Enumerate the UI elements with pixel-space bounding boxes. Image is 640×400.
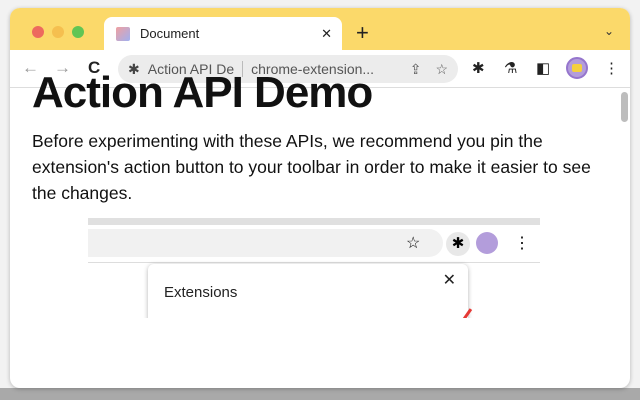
bookmark-star-icon[interactable]: ☆ <box>435 61 448 78</box>
image-avatar <box>476 232 498 254</box>
tab-document[interactable]: Document ✕ <box>104 17 342 50</box>
page-title: Action API Demo <box>32 68 373 117</box>
tab-list-chevron-icon[interactable]: ⌄ <box>604 24 614 38</box>
extensions-puzzle-icon[interactable]: ✱ <box>472 59 485 77</box>
image-menu-icon: ⋮ <box>514 235 530 252</box>
profile-avatar[interactable] <box>566 57 588 79</box>
pin-instructions-image: ☆ ✱ ⋮ Extensions ✕ <box>88 218 540 318</box>
side-panel-icon[interactable]: ◧ <box>536 59 550 77</box>
maximize-window-button[interactable] <box>72 26 84 38</box>
labs-flask-icon[interactable]: ⚗ <box>504 59 517 77</box>
tab-strip: Document ✕ + ⌄ <box>10 8 630 50</box>
image-extensions-popup: Extensions ✕ <box>148 264 468 318</box>
share-icon[interactable]: ⇪ <box>410 61 422 78</box>
image-tabstrip <box>88 218 540 225</box>
image-puzzle-icon: ✱ <box>446 232 470 256</box>
tab-title: Document <box>140 26 200 41</box>
favicon-icon <box>116 26 130 41</box>
close-window-button[interactable] <box>32 26 44 38</box>
tab-close-icon[interactable]: ✕ <box>321 26 332 42</box>
intro-paragraph: Before experimenting with these APIs, we… <box>32 131 591 203</box>
image-star-icon: ☆ <box>406 235 421 252</box>
image-address-bar <box>88 229 443 257</box>
new-tab-button[interactable]: + <box>356 20 369 46</box>
browser-window: Document ✕ + ⌄ ← → C ✱ Action API De chr… <box>10 8 630 388</box>
popup-title: Extensions <box>164 284 238 301</box>
menu-icon[interactable]: ⋮ <box>604 59 619 77</box>
popup-close-icon: ✕ <box>442 272 456 289</box>
scrollbar[interactable] <box>621 92 628 122</box>
desktop-bottom <box>0 388 640 400</box>
image-toolbar: ☆ ✱ ⋮ <box>88 225 540 263</box>
minimize-window-button[interactable] <box>52 26 64 38</box>
